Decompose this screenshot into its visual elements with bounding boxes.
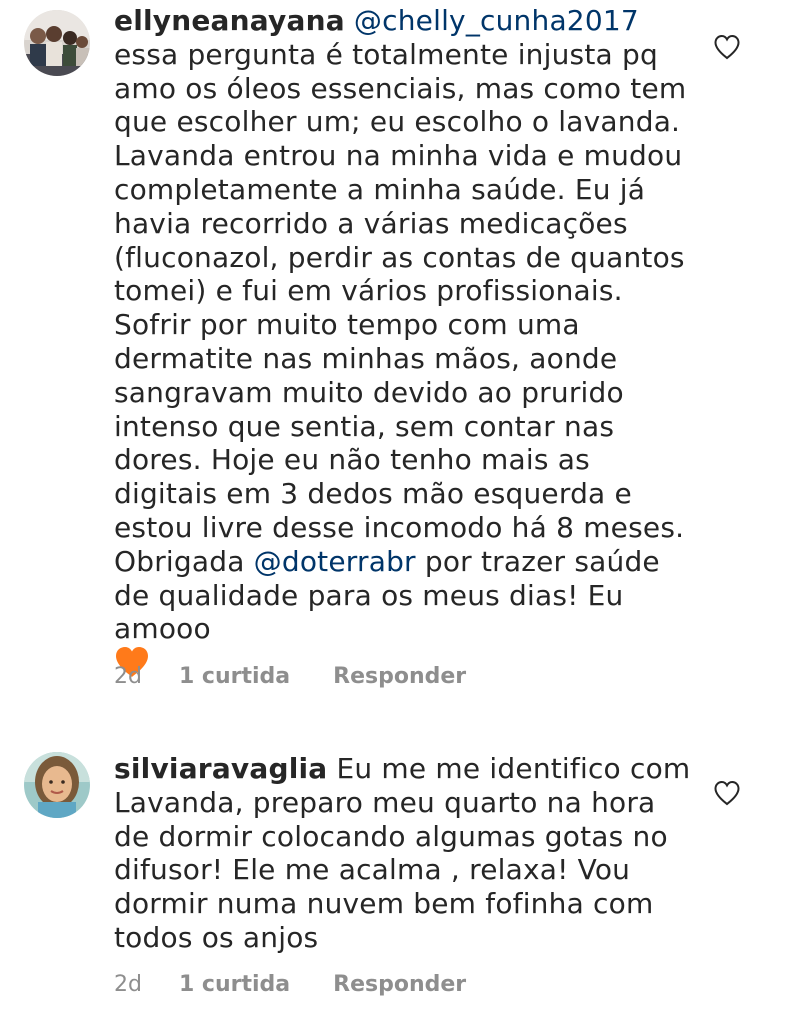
comment-time: 2d bbox=[114, 664, 142, 689]
reply-button[interactable]: Responder bbox=[333, 664, 466, 689]
comment-username[interactable]: silviaravaglia bbox=[114, 752, 327, 785]
reply-button[interactable]: Responder bbox=[333, 972, 466, 997]
comment-text: ellyneanayana @chelly_cunha2017 essa per… bbox=[114, 4, 694, 686]
likes-count[interactable]: 1 curtida bbox=[179, 972, 290, 997]
mention-link[interactable]: @chelly_cunha2017 bbox=[354, 4, 639, 37]
heart-outline-icon bbox=[714, 34, 740, 60]
comment-item: silviaravaglia Eu me me identifico com L… bbox=[0, 740, 785, 1024]
avatar[interactable] bbox=[24, 752, 90, 818]
comment-body: essa pergunta é totalmente injusta pq am… bbox=[114, 37, 687, 578]
comment-meta: 2d 1 curtida Responder bbox=[114, 664, 466, 689]
comment-item: ellyneanayana @chelly_cunha2017 essa per… bbox=[0, 0, 785, 720]
comment-username[interactable]: ellyneanayana bbox=[114, 4, 345, 37]
avatar[interactable] bbox=[24, 10, 90, 76]
heart-outline-icon bbox=[714, 780, 740, 806]
comment-meta: 2d 1 curtida Responder bbox=[114, 972, 466, 997]
like-button[interactable] bbox=[712, 778, 742, 808]
comment-text: silviaravaglia Eu me me identifico com L… bbox=[114, 752, 694, 955]
comment-time: 2d bbox=[114, 972, 142, 997]
likes-count[interactable]: 1 curtida bbox=[179, 664, 290, 689]
mention-link[interactable]: @doterrabr bbox=[254, 545, 416, 578]
like-button[interactable] bbox=[712, 32, 742, 62]
